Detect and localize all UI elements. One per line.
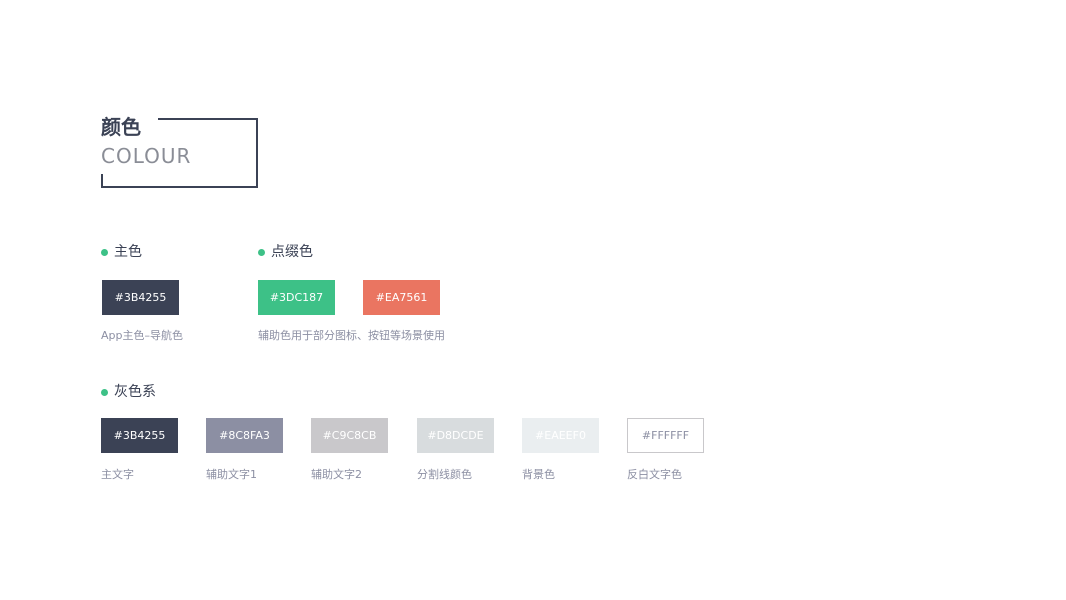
accent-swatch-coral: #EA7561 [363, 280, 440, 315]
gray-caption-2: 辅助文字1 [206, 468, 257, 481]
gray-swatch-1: #3B4255 [101, 418, 178, 453]
gray-caption-4: 分割线颜色 [417, 468, 472, 481]
swatch-hex: #3B4255 [113, 429, 166, 442]
gray-swatch-5: #EAEEF0 [522, 418, 599, 453]
gray-swatch-2: #8C8FA3 [206, 418, 283, 453]
gray-swatch-6: #FFFFFF [627, 418, 704, 453]
section-gray: 灰色系 [101, 382, 156, 402]
swatch-hex: #D8DCDE [427, 429, 484, 442]
swatch-hex: #C9C8CB [322, 429, 377, 442]
gray-caption-6: 反白文字色 [627, 468, 682, 481]
section-primary-label: 主色 [114, 244, 142, 260]
title-frame-right [256, 118, 258, 188]
swatch-hex: #8C8FA3 [219, 429, 270, 442]
primary-swatch: #3B4255 [102, 280, 179, 315]
swatch-hex: #EAEEF0 [535, 429, 586, 442]
page-subtitle: COLOUR [101, 144, 192, 168]
gray-swatch-3: #C9C8CB [311, 418, 388, 453]
bullet-dot-icon [101, 388, 108, 396]
section-gray-label: 灰色系 [114, 384, 156, 400]
swatch-hex: #FFFFFF [641, 429, 690, 442]
title-frame-top [158, 118, 258, 120]
swatch-hex: #3B4255 [114, 291, 167, 304]
gray-caption-1: 主文字 [101, 468, 134, 481]
gray-swatch-4: #D8DCDE [417, 418, 494, 453]
bullet-dot-icon [258, 248, 265, 256]
accent-caption: 辅助色用于部分图标、按钮等场景使用 [258, 329, 445, 342]
gray-caption-3: 辅助文字2 [311, 468, 362, 481]
title-frame-left [101, 174, 103, 188]
section-primary: 主色 [101, 242, 142, 262]
swatch-hex: #3DC187 [269, 291, 324, 304]
accent-swatch-green: #3DC187 [258, 280, 335, 315]
page-title: 颜色 [101, 115, 141, 139]
primary-caption: App主色–导航色 [101, 329, 183, 342]
gray-caption-5: 背景色 [522, 468, 555, 481]
title-frame-bottom [101, 186, 258, 188]
section-accent-label: 点缀色 [271, 244, 313, 260]
section-accent: 点缀色 [258, 242, 313, 262]
swatch-hex: #EA7561 [375, 291, 428, 304]
bullet-dot-icon [101, 248, 108, 256]
